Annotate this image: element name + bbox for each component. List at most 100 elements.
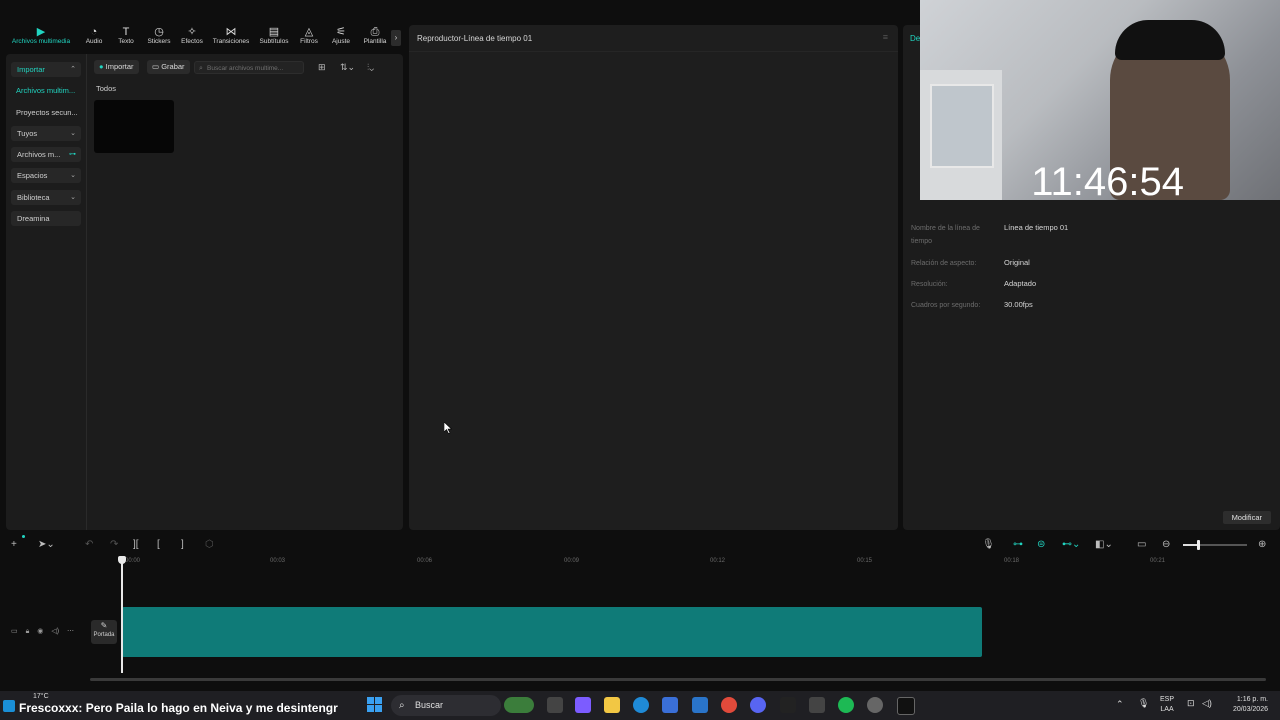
media-panel: Importar ⌃ Archivos multim... Proyectos …	[6, 54, 403, 530]
media-search-input[interactable]: ⌕ Buscar archivos multime...	[194, 61, 304, 74]
playhead-handle[interactable]	[118, 556, 126, 564]
trim-left-icon[interactable]: [	[157, 539, 160, 550]
import-button[interactable]: ● Importar	[94, 60, 139, 74]
ruler-tick: 00:21	[1150, 558, 1166, 564]
sidebar-item-archivos-multimedia[interactable]: Archivos multim...	[16, 86, 75, 95]
redo-icon[interactable]: ↷	[110, 539, 118, 550]
capcut-icon[interactable]	[897, 697, 915, 715]
file-explorer-icon[interactable]	[604, 697, 620, 713]
notification-dot	[22, 535, 25, 538]
weather-temp: 17°C	[33, 693, 49, 700]
snap-icon[interactable]: ⊷⌄	[1062, 539, 1080, 550]
sidebar-item-proyectos-secundarios[interactable]: Proyectos secun...	[16, 108, 78, 117]
widgets-icon[interactable]	[504, 697, 534, 713]
discord-icon[interactable]	[750, 697, 766, 713]
sidebar-item-biblioteca[interactable]: Biblioteca ⌄	[11, 190, 81, 205]
sidebar-item-importar[interactable]: Importar ⌃	[11, 62, 81, 77]
menu-icon[interactable]: ≡	[883, 32, 888, 42]
caption-icon[interactable]: ▭	[1137, 539, 1146, 550]
media-sidebar: Importar ⌃ Archivos multim... Proyectos …	[6, 54, 87, 530]
ruler-tick: 00:09	[564, 558, 580, 564]
volume-icon[interactable]: ◁)	[1202, 698, 1212, 709]
filter-all-label[interactable]: Todos	[96, 84, 116, 93]
tray-microphone-icon[interactable]: 🎙	[1138, 698, 1149, 709]
language-indicator[interactable]: ESP LAA	[1160, 695, 1174, 715]
tab-transiciones[interactable]: ⋈ Transiciones	[209, 26, 253, 45]
zoom-slider[interactable]	[1183, 540, 1247, 550]
more-icon[interactable]: ⋯	[67, 628, 74, 635]
track-select-icon[interactable]: ▭	[11, 628, 18, 635]
search-icon: ⌕	[199, 65, 203, 72]
ruler-tick: 00:06	[417, 558, 433, 564]
add-track-icon[interactable]: +	[11, 539, 17, 550]
track-controls: ▭ 🔒︎ ◉ ◁) ⋯	[11, 627, 74, 636]
obs-icon[interactable]	[867, 697, 883, 713]
trim-right-icon[interactable]: ]	[181, 539, 184, 550]
outlook-icon[interactable]	[692, 697, 708, 713]
taskbar-clock[interactable]: 1:16 p. m. 20/03/2026	[1224, 695, 1268, 715]
resolution-label: Resolución:	[911, 281, 948, 288]
template-icon: ⎙	[370, 26, 380, 38]
tab-ajuste[interactable]: ⚟ Ajuste	[322, 26, 360, 45]
chevron-up-icon: ⌃	[70, 66, 76, 73]
zoom-in-icon[interactable]: ⊕	[1258, 539, 1266, 550]
cover-button[interactable]: ✎ Portada	[91, 620, 117, 644]
chrome-icon[interactable]	[721, 697, 737, 713]
preview-axis-icon[interactable]: ◧⌄	[1095, 539, 1113, 550]
media-icon: ▶	[36, 26, 46, 38]
modify-button[interactable]: Modificar	[1222, 511, 1271, 524]
marker-icon[interactable]: ⬡	[205, 539, 214, 550]
windows-start-icon[interactable]	[367, 697, 383, 713]
grid-view-icon[interactable]: ⊞	[318, 62, 326, 73]
spotify-icon[interactable]	[838, 697, 854, 713]
network-icon[interactable]: ⊡	[1187, 698, 1195, 709]
windows-taskbar: 17°C Frescoxxx: Pero Paila lo hago en Ne…	[0, 691, 1280, 720]
fps-label: Cuadros por segundo:	[911, 302, 981, 309]
tab-archivos-multimedia[interactable]: ▶ Archivos multimedia	[3, 26, 79, 45]
record-button[interactable]: ▭ Grabar	[147, 60, 190, 74]
link-clips-icon[interactable]: ⊶	[1013, 539, 1023, 550]
copilot-icon[interactable]	[575, 697, 591, 713]
chevron-down-icon: ⌄	[70, 172, 76, 179]
fps-value: 30.00fps	[1004, 300, 1033, 309]
bm-app-icon[interactable]	[809, 697, 825, 713]
zoom-out-icon[interactable]: ⊖	[1162, 539, 1170, 550]
tab-efectos[interactable]: ✧ Efectos	[173, 26, 211, 45]
playhead[interactable]	[118, 556, 126, 673]
lock-icon[interactable]: 🔒︎	[26, 628, 30, 635]
split-icon[interactable]: ][	[133, 539, 139, 550]
toolbar-scroll-right-icon[interactable]: ›	[391, 30, 401, 46]
tab-plantilla[interactable]: ⎙ Plantilla	[357, 26, 393, 45]
timeline-scrollbar[interactable]	[90, 678, 1266, 681]
magnet-icon[interactable]: ⊜	[1037, 539, 1045, 550]
ticker-user: Frescoxxx	[19, 701, 79, 715]
task-view-icon[interactable]	[547, 697, 563, 713]
sidebar-item-archivos-m[interactable]: Archivos m... ⊶	[11, 147, 81, 162]
eye-icon[interactable]: ◉	[37, 628, 43, 635]
transitions-icon: ⋈	[225, 26, 237, 38]
speaker-icon[interactable]: ◁)	[51, 628, 59, 635]
select-tool-icon[interactable]: ➤⌄	[38, 539, 55, 550]
edge-icon[interactable]	[633, 697, 649, 713]
zoom-slider-handle[interactable]	[1197, 540, 1200, 550]
webcam-overlay: 11:46:54	[920, 0, 1280, 200]
terminal-icon[interactable]	[780, 697, 796, 713]
tab-subtitulos[interactable]: ▤ Subtítulos	[255, 26, 293, 45]
filter-icon[interactable]: ⫶⌄	[367, 62, 374, 73]
microphone-icon[interactable]: 🎙	[982, 539, 995, 550]
media-thumbnail[interactable]	[94, 100, 174, 153]
timeline-name-value: Línea de tiempo 01	[1004, 223, 1069, 232]
timeline-clip[interactable]	[122, 607, 982, 657]
tray-chevron-up-icon[interactable]: ⌃	[1116, 699, 1124, 710]
sidebar-item-dreamina[interactable]: Dreamina	[11, 211, 81, 226]
sidebar-item-tuyos[interactable]: Tuyos ⌄	[11, 126, 81, 141]
sort-icon[interactable]: ⇅⌄	[340, 62, 355, 73]
subtitles-icon: ▤	[268, 26, 280, 38]
taskbar-search[interactable]: ⌕ Buscar	[391, 695, 501, 716]
timeline-ruler[interactable]: 00:00 00:03 00:06 00:09 00:12 00:15 00:1…	[120, 556, 1280, 568]
timeline-toolbar: + ➤⌄ ↶ ↷ ][ [ ] ⬡ 🎙 ⊶ ⊜ ⊷⌄ ◧⌄ ▭ ⊖ ⊕	[0, 535, 1280, 555]
store-icon[interactable]	[662, 697, 678, 713]
sidebar-item-espacios[interactable]: Espacios ⌄	[11, 168, 81, 183]
undo-icon[interactable]: ↶	[85, 539, 93, 550]
pencil-icon: ✎	[100, 621, 108, 630]
